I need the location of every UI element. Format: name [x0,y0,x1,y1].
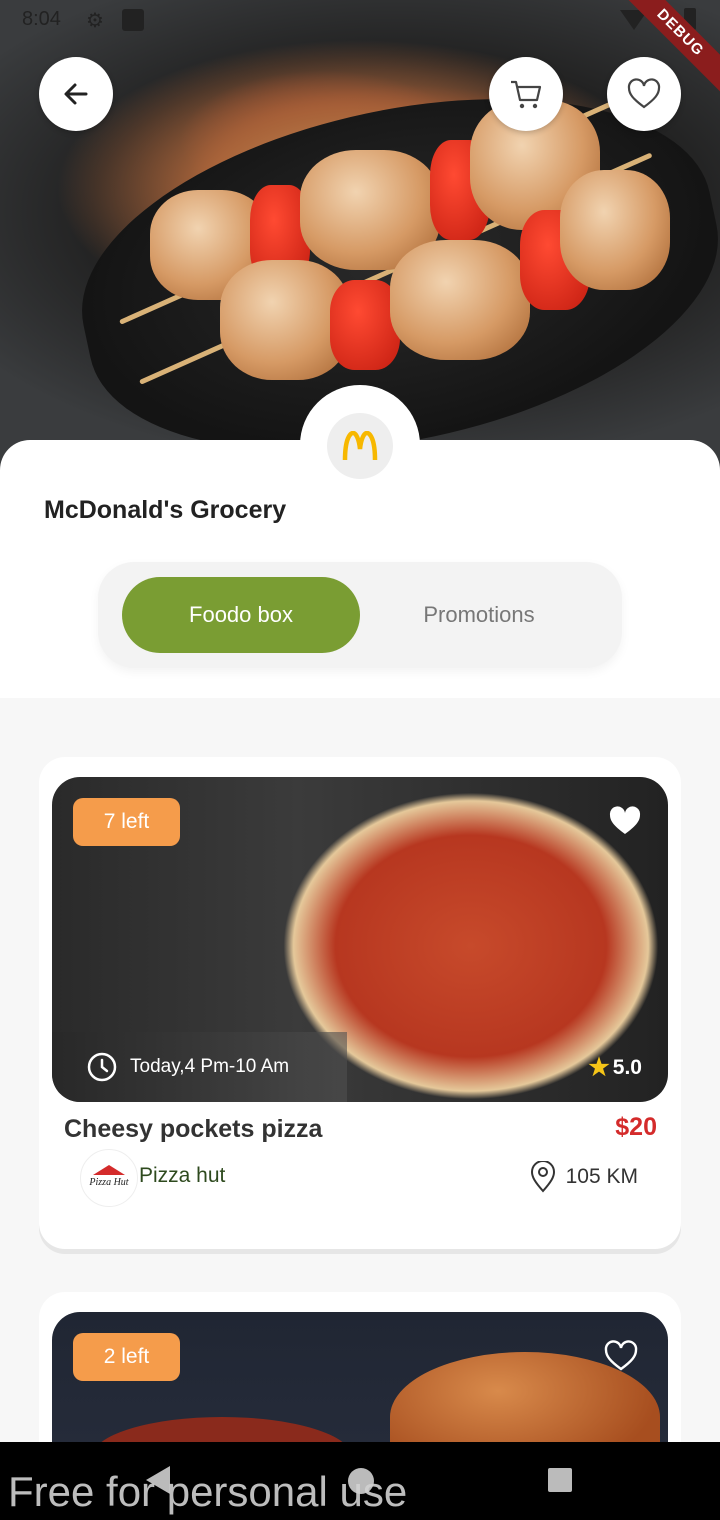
heart-icon [627,78,661,109]
stock-badge: 7 left [73,798,180,846]
nav-recents-icon[interactable] [548,1468,572,1492]
vendor-name: Pizza hut [139,1164,226,1187]
tab-promotions[interactable]: Promotions [360,577,598,653]
tab-foodo-box[interactable]: Foodo box [122,577,360,653]
status-bar: 8:04 ⚙ [0,0,720,40]
stock-badge: 2 left [73,1333,180,1381]
screen: 8:04 ⚙ DEBUG McDonald's Grocery Foodo bo… [0,0,720,1520]
pizza-hut-logo-icon: Pizza Hut [88,1165,129,1188]
vendor-logo: Pizza Hut [80,1149,138,1207]
listing-card[interactable]: Today,4 Pm-10 Am ★ 5.0 7 left Cheesy poc… [39,757,681,1249]
listing-price: $20 [615,1113,657,1141]
distance-value: 105 KM [565,1165,638,1188]
store-logo [327,413,393,479]
status-time: 8:04 [22,8,61,30]
watermark: Free for personal use [8,1468,408,1515]
rating: ★ 5.0 [588,1053,642,1082]
rating-value: 5.0 [612,1055,642,1079]
mcdonalds-logo-icon [342,431,378,461]
back-button[interactable] [39,57,113,131]
favorite-button[interactable] [607,57,681,131]
pickup-time-strip: Today,4 Pm-10 Am [52,1032,347,1102]
cart-icon [511,80,542,109]
location-pin-icon [530,1161,555,1193]
heart-icon[interactable] [607,803,643,839]
notification-icon [122,9,144,31]
star-icon: ★ [588,1054,610,1081]
cart-button[interactable] [489,57,563,131]
arrow-left-icon [64,83,88,105]
distance: 105 KM [530,1161,638,1193]
store-name: McDonald's Grocery [44,496,287,524]
settings-icon: ⚙ [86,10,104,32]
heart-icon[interactable] [603,1338,639,1374]
svg-text:Pizza Hut: Pizza Hut [88,1177,128,1188]
clock-icon [87,1052,117,1082]
listing-title: Cheesy pockets pizza [64,1115,323,1143]
pickup-time: Today,4 Pm-10 Am [130,1056,290,1077]
